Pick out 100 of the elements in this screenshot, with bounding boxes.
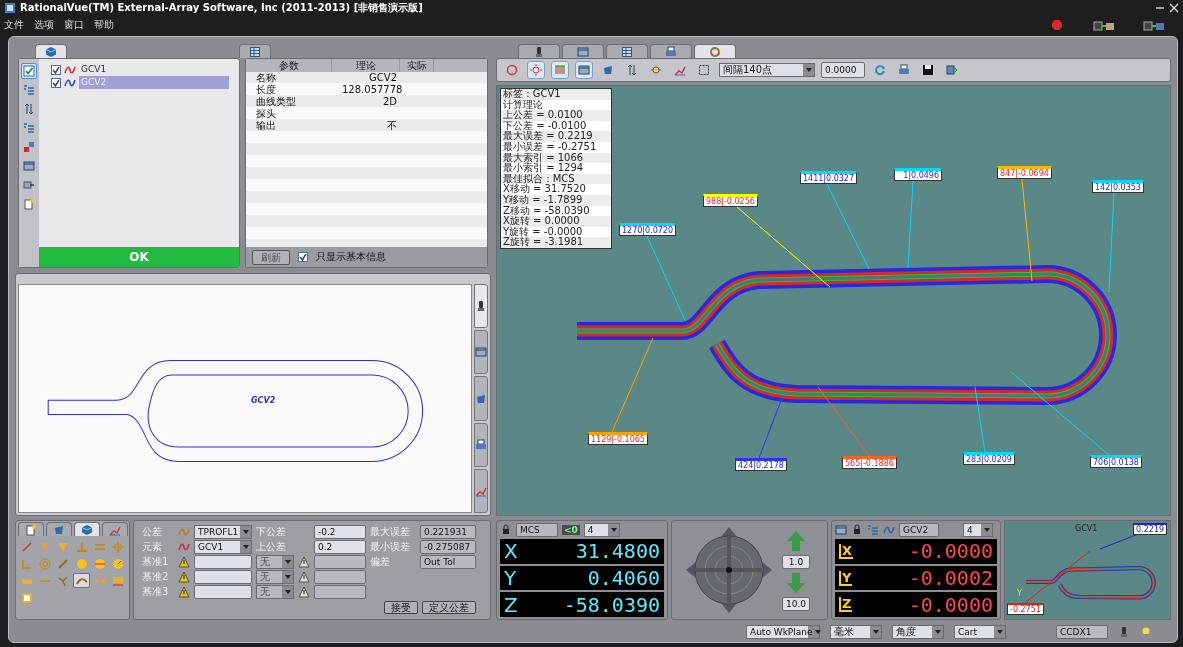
- printer-icon: [898, 64, 910, 76]
- list-icon: [23, 122, 35, 134]
- tool-tab[interactable]: [74, 522, 100, 536]
- export-icon: [946, 64, 958, 76]
- lock-icon: [500, 524, 512, 536]
- datum-value-field[interactable]: [314, 555, 366, 569]
- circle-icon: [506, 64, 518, 76]
- axis-label: Y: [1017, 589, 1022, 598]
- offset-field[interactable]: 0.0000: [821, 62, 865, 78]
- step-field[interactable]: 1.0: [782, 554, 810, 569]
- table-icon: [249, 45, 261, 58]
- precision-dropdown[interactable]: 4: [583, 523, 620, 537]
- min-callout: -0.2751: [1007, 603, 1044, 615]
- tool-tab[interactable]: [18, 522, 44, 536]
- workplane-dropdown[interactable]: Auto WkPlane: [746, 625, 820, 639]
- action-button[interactable]: 接受: [384, 600, 418, 614]
- leader-line: [1024, 550, 1091, 604]
- max-callout: 0.2219: [1133, 523, 1167, 535]
- deviation-callout: 1|0.0496: [894, 168, 942, 181]
- warning-icon: [298, 571, 310, 583]
- sun-icon: [530, 64, 542, 76]
- fork-icon: [57, 574, 70, 587]
- datum-field[interactable]: [194, 585, 252, 599]
- warning-icon: [178, 556, 190, 568]
- feature-field: GCV2: [899, 523, 939, 537]
- view-tab[interactable]: [474, 284, 488, 329]
- tool-tab[interactable]: [102, 522, 128, 536]
- symmetry-icon: [93, 574, 106, 587]
- panel-tab[interactable]: [239, 44, 271, 58]
- speed-field[interactable]: 10.0: [782, 596, 810, 611]
- concentric-icon: [39, 557, 52, 570]
- cube-icon: [81, 523, 93, 536]
- caret-icon: [806, 68, 812, 72]
- checkbox[interactable]: [298, 252, 308, 262]
- element-dropdown[interactable]: GCV1: [194, 540, 252, 554]
- tree-item[interactable]: GCV1: [79, 63, 107, 76]
- width-icon: [111, 574, 124, 587]
- precision-dropdown[interactable]: 4: [963, 523, 993, 537]
- error-value: -0.0000: [907, 592, 993, 617]
- axis-label: Z: [839, 597, 853, 613]
- modifier-dropdown[interactable]: 无: [256, 555, 294, 569]
- datum-value-field[interactable]: [314, 585, 366, 599]
- coordinates-dropdown[interactable]: Cart: [954, 625, 1006, 639]
- field-label: 基准1: [142, 556, 170, 568]
- view-tab[interactable]: [606, 44, 648, 58]
- angle-dropdown[interactable]: 角度: [892, 625, 944, 639]
- modifier-dropdown[interactable]: 无: [256, 570, 294, 584]
- action-button[interactable]: 定义公差: [422, 600, 476, 614]
- table-cell-text: 长度: [255, 84, 277, 96]
- cone-icon: [39, 540, 52, 553]
- view-tab[interactable]: [518, 44, 560, 58]
- menu-item[interactable]: 选项: [34, 17, 54, 32]
- caret-icon: [285, 560, 291, 564]
- checkbox[interactable]: [51, 64, 61, 75]
- menu-item[interactable]: 窗口: [64, 17, 84, 32]
- joystick-drawing[interactable]: [684, 525, 774, 615]
- table-cell-text: GCV2: [368, 72, 398, 84]
- deviation-callout: 142|0.0353: [1092, 180, 1144, 193]
- caret-icon: [243, 545, 249, 549]
- modifier-dropdown[interactable]: 无: [256, 585, 294, 599]
- deviation-callout: 424|0.2178: [735, 458, 787, 471]
- menu-item[interactable]: 帮助: [94, 17, 114, 32]
- axis-label: X: [504, 539, 518, 564]
- position-value: -58.0390: [562, 592, 660, 617]
- cube-icon: [45, 45, 57, 58]
- close-icon[interactable]: [1169, 2, 1179, 13]
- upper-tolerance-field[interactable]: 0.2: [314, 540, 366, 554]
- magnifier-icon: [650, 64, 662, 76]
- triangle-icon: [57, 540, 70, 553]
- menu-item[interactable]: 文件: [4, 17, 24, 32]
- refresh-icon: [874, 64, 886, 76]
- checkbox-icon: [23, 65, 35, 77]
- deviation-callout: 706|0.0138: [1090, 455, 1142, 468]
- tolerance-dropdown[interactable]: TPROFL1: [194, 525, 252, 539]
- table-cell-text: 128.057778: [341, 84, 400, 96]
- caret-icon: [814, 630, 821, 634]
- panel-tab[interactable]: [35, 44, 67, 58]
- error-value: -0.0002: [907, 566, 993, 590]
- interval-dropdown[interactable]: 间隔140点: [719, 63, 815, 77]
- caret-icon: [984, 528, 990, 532]
- leader-line: [817, 386, 870, 457]
- axis-label: Y: [504, 566, 517, 590]
- table-cell-text: 2D: [381, 96, 398, 108]
- tool-tab[interactable]: [46, 522, 72, 536]
- datum-value-field[interactable]: [314, 570, 366, 584]
- checkbox[interactable]: [51, 77, 61, 88]
- datum-field[interactable]: [194, 555, 252, 569]
- feature-label: GCV2: [251, 396, 276, 405]
- deviation-callout: 1129|-0.1065: [588, 432, 648, 445]
- deviation-callout: 988|-0.0256: [703, 194, 758, 207]
- datum-field[interactable]: [194, 570, 252, 584]
- field-label: 偏差: [370, 556, 391, 568]
- units-dropdown[interactable]: 毫米: [830, 625, 882, 639]
- machine-icon: [1143, 18, 1165, 31]
- sort-icon: [23, 103, 35, 115]
- error-value: -0.0000: [907, 539, 993, 564]
- frame-field: MCS: [516, 523, 558, 537]
- leader-line: [974, 386, 986, 453]
- window-icon: [23, 160, 35, 172]
- lower-tolerance-field[interactable]: -0.2: [314, 525, 366, 539]
